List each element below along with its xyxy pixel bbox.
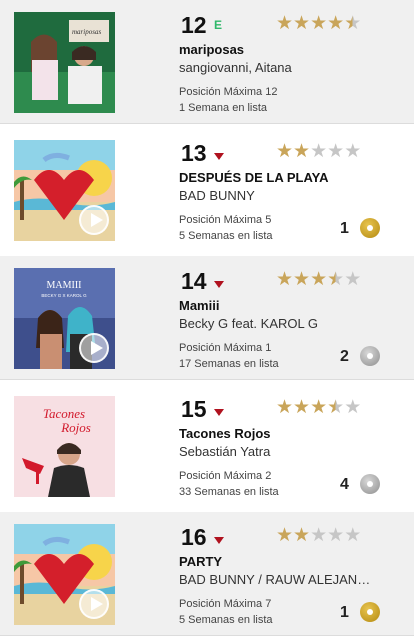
new-entry-badge: E <box>214 18 223 32</box>
chart-list: mariposas 12 E ★★★★★ mariposas sangiovan… <box>0 0 414 640</box>
chart-position: 14 <box>181 268 207 294</box>
chart-position: 16 <box>181 524 207 550</box>
star-icon: ★ <box>293 397 311 418</box>
peak-position: Posición Máxima 2 <box>179 470 272 482</box>
cover-mariposas-text: mariposas <box>72 28 101 36</box>
song-title[interactable]: mariposas <box>179 42 244 57</box>
star-icon: ★ <box>344 13 362 34</box>
cover-tacones-line1: Tacones <box>43 406 85 421</box>
weeks-on-chart: 33 Semanas en lista <box>179 486 279 498</box>
rating-stars: ★★★★★ <box>276 12 361 35</box>
play-button[interactable] <box>79 205 109 235</box>
song-artist[interactable]: Becky G feat. KAROL G <box>179 316 379 331</box>
star-icon: ★ <box>344 525 362 546</box>
weeks-on-chart: 1 Semana en lista <box>179 102 268 114</box>
gold-disc-icon <box>360 218 380 238</box>
star-icon: ★ <box>293 141 311 162</box>
trend-down-icon <box>214 409 224 416</box>
star-icon: ★ <box>276 525 294 546</box>
album-cover-party[interactable] <box>14 524 115 625</box>
star-icon: ★ <box>293 525 311 546</box>
star-icon: ★ <box>310 13 328 34</box>
star-icon: ★ <box>276 397 294 418</box>
star-icon: ★ <box>327 141 345 162</box>
song-title[interactable]: Mamiii <box>179 298 219 313</box>
star-icon: ★ <box>310 525 328 546</box>
cover-tacones-rojos-art: Tacones Rojos <box>14 396 115 497</box>
cover-tacones-line2: Rojos <box>60 420 91 435</box>
rating-stars: ★★★★★ <box>276 268 361 291</box>
chart-entry-12[interactable]: mariposas 12 E ★★★★★ mariposas sangiovan… <box>0 0 414 124</box>
star-icon: ★ <box>344 397 362 418</box>
song-title[interactable]: Tacones Rojos <box>179 426 271 441</box>
certification-count: 2 <box>340 348 349 365</box>
star-icon: ★ <box>276 13 294 34</box>
song-artist[interactable]: Sebastián Yatra <box>179 444 379 459</box>
chart-entry-14[interactable]: MAMIII BECKY G X KAROL G 14 ★★★★★ Mamiii… <box>0 256 414 380</box>
album-cover-despues-de-la-playa[interactable] <box>14 140 115 241</box>
album-cover-tacones-rojos[interactable]: Tacones Rojos <box>14 396 115 497</box>
platinum-disc-icon <box>360 474 380 494</box>
cover-mamiii-subtitle: BECKY G X KAROL G <box>41 293 87 298</box>
song-artist[interactable]: BAD BUNNY / RAUW ALEJANDRO <box>179 572 379 587</box>
play-button[interactable] <box>79 333 109 363</box>
certification-count: 4 <box>340 476 349 493</box>
star-icon: ★ <box>327 525 345 546</box>
play-button[interactable] <box>79 589 109 619</box>
cover-mariposas-art: mariposas <box>14 12 115 113</box>
album-cover-mamiii[interactable]: MAMIII BECKY G X KAROL G <box>14 268 115 369</box>
star-icon: ★ <box>327 13 345 34</box>
peak-position: Posición Máxima 7 <box>179 598 272 610</box>
trend-down-icon <box>214 153 224 160</box>
rating-stars: ★★★★★ <box>276 524 361 547</box>
trend-down-icon <box>214 281 224 288</box>
chart-entry-13[interactable]: 13 ★★★★★ DESPUÉS DE LA PLAYA BAD BUNNY P… <box>0 128 414 252</box>
star-icon: ★ <box>344 269 362 290</box>
chart-position: 15 <box>181 396 207 422</box>
song-artist[interactable]: BAD BUNNY <box>179 188 379 203</box>
weeks-on-chart: 5 Semanas en lista <box>179 614 273 626</box>
cover-mamiii-title: MAMIII <box>47 280 82 291</box>
peak-position: Posición Máxima 12 <box>179 86 278 98</box>
star-icon: ★ <box>293 269 311 290</box>
star-icon: ★ <box>310 269 328 290</box>
chart-position: 12 <box>181 12 207 38</box>
certification-count: 1 <box>340 604 349 621</box>
star-icon: ★ <box>344 141 362 162</box>
song-title[interactable]: PARTY <box>179 554 222 569</box>
peak-position: Posición Máxima 1 <box>179 342 272 354</box>
chart-position: 13 <box>181 140 207 166</box>
star-icon: ★ <box>327 269 345 290</box>
weeks-on-chart: 17 Semanas en lista <box>179 358 279 370</box>
star-icon: ★ <box>310 397 328 418</box>
chart-entry-16[interactable]: 16 ★★★★★ PARTY BAD BUNNY / RAUW ALEJANDR… <box>0 512 414 636</box>
weeks-on-chart: 5 Semanas en lista <box>179 230 273 242</box>
chart-entry-15[interactable]: Tacones Rojos 15 ★★★★★ Tacones Rojos Seb… <box>0 384 414 508</box>
gold-disc-icon <box>360 602 380 622</box>
album-cover-mariposas[interactable]: mariposas <box>14 12 115 113</box>
peak-position: Posición Máxima 5 <box>179 214 272 226</box>
song-title[interactable]: DESPUÉS DE LA PLAYA <box>179 170 329 185</box>
star-icon: ★ <box>327 397 345 418</box>
platinum-disc-icon <box>360 346 380 366</box>
trend-down-icon <box>214 537 224 544</box>
star-icon: ★ <box>276 141 294 162</box>
star-icon: ★ <box>310 141 328 162</box>
star-icon: ★ <box>293 13 311 34</box>
star-icon: ★ <box>276 269 294 290</box>
rating-stars: ★★★★★ <box>276 140 361 163</box>
song-artist[interactable]: sangiovanni, Aitana <box>179 60 379 75</box>
rating-stars: ★★★★★ <box>276 396 361 419</box>
certification-count: 1 <box>340 220 349 237</box>
